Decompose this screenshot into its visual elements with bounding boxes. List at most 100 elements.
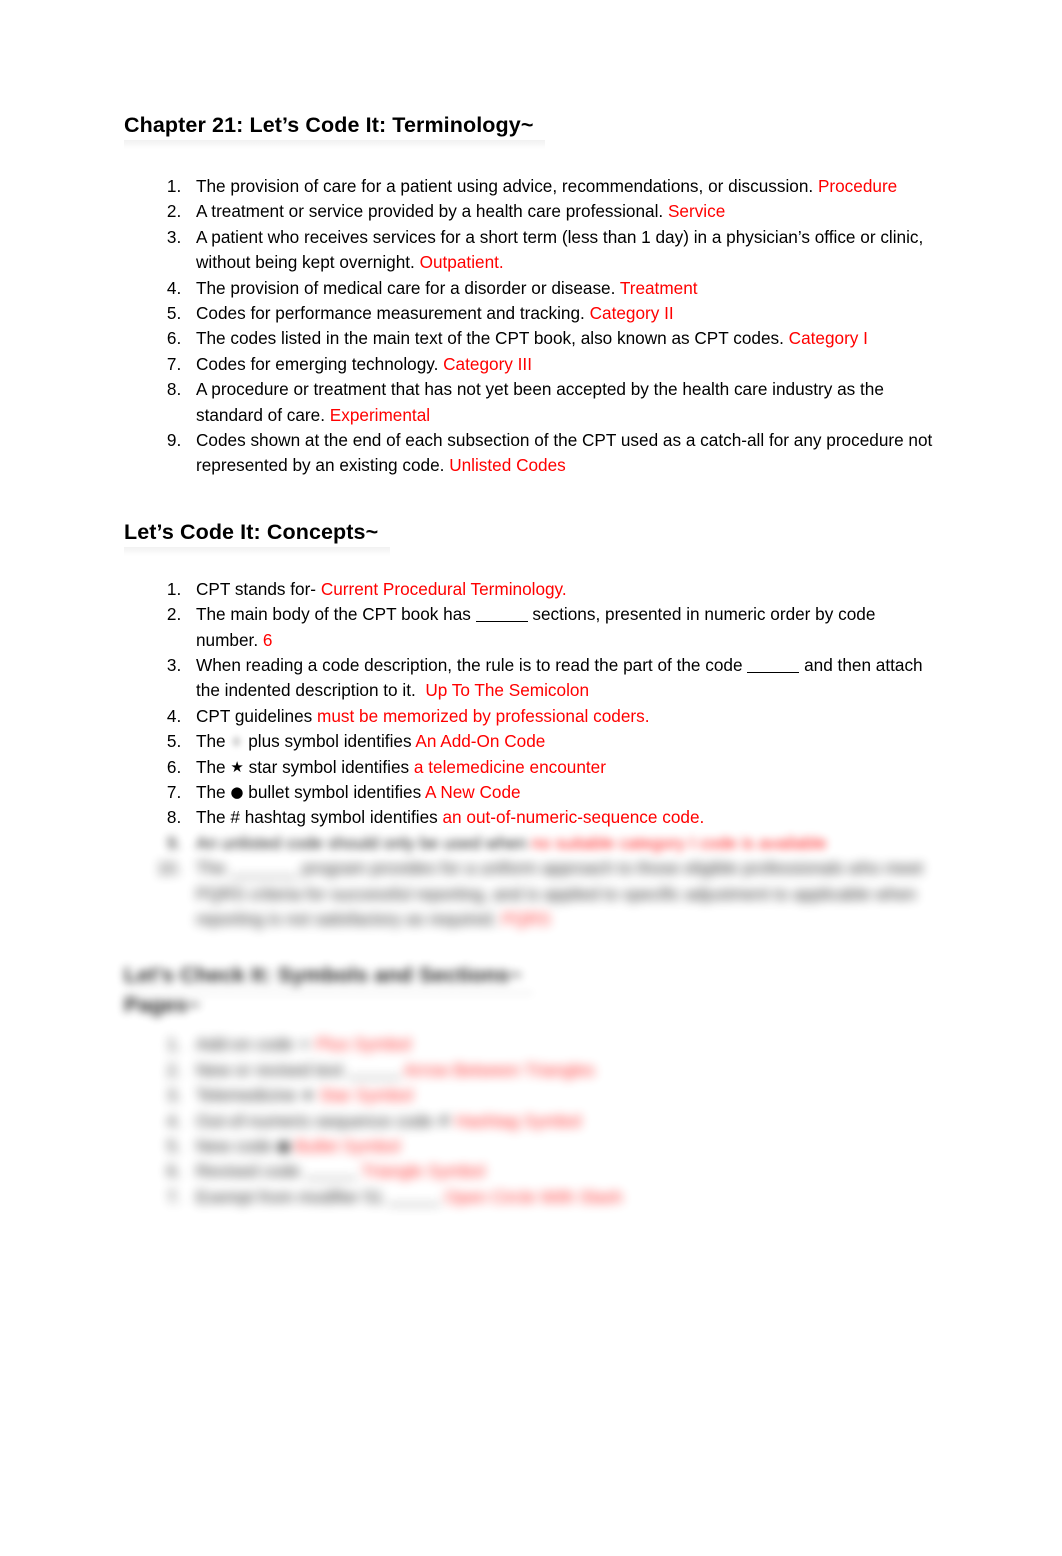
question-text: An unlisted code should only be used whe… <box>196 832 527 853</box>
list-item: CPT guidelines must be memorized by prof… <box>186 704 942 729</box>
answer-text: Unlisted Codes <box>449 455 566 476</box>
question-text: Exempt from modifier 51 <box>196 1186 384 1207</box>
question-text-cont: star symbol identifies <box>248 756 410 777</box>
document-content: Chapter 21: Let’s Code It: Terminology~ … <box>124 112 942 1210</box>
question-text: The <box>196 731 226 752</box>
list-item-obscured: Telemedicine ★ Star Symbol <box>186 1083 942 1108</box>
answer-text: must be memorized by professional coders… <box>317 705 650 726</box>
list-item: Codes for emerging technology. Category … <box>186 352 942 377</box>
symbol-mark: # <box>437 1111 451 1130</box>
answer-text: Plus Symbol <box>315 1034 412 1055</box>
list-item: Codes for performance measurement and tr… <box>186 301 942 326</box>
list-item-obscured: Add-on code + Plus Symbol <box>186 1032 942 1057</box>
answer-text: Category I <box>788 328 868 349</box>
blank-underline <box>747 671 800 673</box>
answer-text: Category III <box>443 353 532 374</box>
question-text: Out-of-numeric-sequence code <box>196 1110 433 1131</box>
question-text: The <box>196 756 226 777</box>
list-item-obscured: Exempt from modifier 51 Open Circle With… <box>186 1185 942 1210</box>
list-item-obscured: An unlisted code should only be used whe… <box>186 831 942 856</box>
answer-text: Open Circle With Slash <box>444 1186 623 1207</box>
question-text: The <box>196 782 226 802</box>
section-subheading-text: Pages~ <box>124 993 200 1018</box>
answer-text: Star Symbol <box>319 1085 413 1106</box>
list-item: A treatment or service provided by a hea… <box>186 199 942 224</box>
list-item: A procedure or treatment that has not ye… <box>186 377 942 428</box>
question-text: New code <box>196 1135 273 1156</box>
answer-text: A New Code <box>425 782 521 802</box>
symbols-question-list-obscured: Add-on code + Plus Symbol New or revised… <box>124 1032 942 1210</box>
answer-text: Experimental <box>329 404 431 425</box>
answer-text: An Add-On Code <box>415 731 546 752</box>
question-text-cont: plus symbol identifies <box>248 731 412 752</box>
question-text: A patient who receives services for a sh… <box>196 226 924 273</box>
question-text: Telemedicine <box>196 1085 297 1106</box>
answer-text: Treatment <box>619 277 698 298</box>
plus-symbol-icon <box>230 734 244 750</box>
answer-text: an out-of-numeric-sequence code. <box>442 807 705 828</box>
list-item: The codes listed in the main text of the… <box>186 326 942 351</box>
list-item: Codes shown at the end of each subsectio… <box>186 428 942 479</box>
question-text-cont: bullet symbol identifies <box>248 782 422 802</box>
list-item: The plus symbol identifies An Add-On Cod… <box>186 729 942 754</box>
section-heading-text: Let’s Check It: Symbols and Sections~ <box>124 962 534 1000</box>
blank-underline <box>304 1178 357 1180</box>
answer-text: Bullet Symbol <box>295 1135 401 1156</box>
answer-text: Up To The Semicolon <box>425 680 590 701</box>
list-item: The ★ star symbol identifies a telemedic… <box>186 755 942 780</box>
list-item: The ● bullet symbol identifies A New Cod… <box>186 780 942 805</box>
blank-underline <box>475 621 528 623</box>
question-text: Add-on code <box>196 1034 294 1055</box>
list-item: The provision of medical care for a diso… <box>186 276 942 301</box>
question-text: The main body of the CPT book has <box>196 604 471 625</box>
bullet-icon: ● <box>230 783 244 801</box>
question-text: The provision of medical care for a diso… <box>196 277 616 298</box>
list-item: The # hashtag symbol identifies an out-o… <box>186 805 942 830</box>
answer-text: Hashtag Symbol <box>455 1110 582 1131</box>
question-text: CPT guidelines <box>196 705 313 726</box>
question-text: When reading a code description, the rul… <box>196 654 743 675</box>
answer-text: Triangle Symbol <box>361 1161 485 1182</box>
list-item: The main body of the CPT book has sectio… <box>186 602 942 653</box>
terminology-question-list: The provision of care for a patient usin… <box>124 174 942 479</box>
question-text: Codes for emerging technology. <box>196 353 439 374</box>
list-item: When reading a code description, the rul… <box>186 653 942 704</box>
list-item-obscured: The _______ program provides for a unifo… <box>186 856 942 932</box>
question-text: Revised code <box>196 1161 301 1182</box>
question-text: New or revised text <box>196 1059 344 1080</box>
list-item-obscured: Revised code Triangle Symbol <box>186 1159 942 1184</box>
list-item: A patient who receives services for a sh… <box>186 225 942 276</box>
question-text: The provision of care for a patient usin… <box>196 175 814 196</box>
answer-text: Current Procedural Terminology. <box>320 578 567 599</box>
section-heading-symbols-obscured: Let’s Check It: Symbols and Sections~ Pa… <box>124 962 942 1020</box>
blank-underline <box>388 1203 440 1205</box>
list-item-obscured: Out-of-numeric-sequence code # Hashtag S… <box>186 1109 942 1134</box>
answer-text: a telemedicine encounter <box>413 756 606 777</box>
answer-text: Service <box>667 201 726 222</box>
symbol-mark: + <box>298 1035 311 1054</box>
question-text: CPT stands for- <box>196 578 317 599</box>
question-text: A procedure or treatment that has not ye… <box>196 379 884 425</box>
question-text: The # hashtag symbol identifies <box>196 807 438 828</box>
list-item-obscured: New or revised text Arrow Between Triang… <box>186 1058 942 1083</box>
question-text: The codes listed in the main text of the… <box>196 328 784 349</box>
star-icon: ★ <box>230 757 244 776</box>
question-text: A treatment or service provided by a hea… <box>196 201 664 222</box>
answer-text: Outpatient. <box>419 252 504 273</box>
answer-text: 6 <box>262 629 273 650</box>
question-text: Codes for performance measurement and tr… <box>196 302 585 323</box>
question-text: The _______ program provides for a unifo… <box>196 858 924 930</box>
symbol-mark: ★ <box>301 1086 315 1105</box>
list-item: The provision of care for a patient usin… <box>186 174 942 199</box>
document-page: Chapter 21: Let’s Code It: Terminology~ … <box>0 0 1062 1556</box>
list-item-obscured: New code ● Bullet Symbol <box>186 1134 942 1159</box>
answer-text: Arrow Between Triangles <box>403 1059 595 1080</box>
symbol-mark: ● <box>277 1136 291 1155</box>
answer-text: PQRS <box>501 909 551 930</box>
answer-text: Category II <box>589 302 674 323</box>
